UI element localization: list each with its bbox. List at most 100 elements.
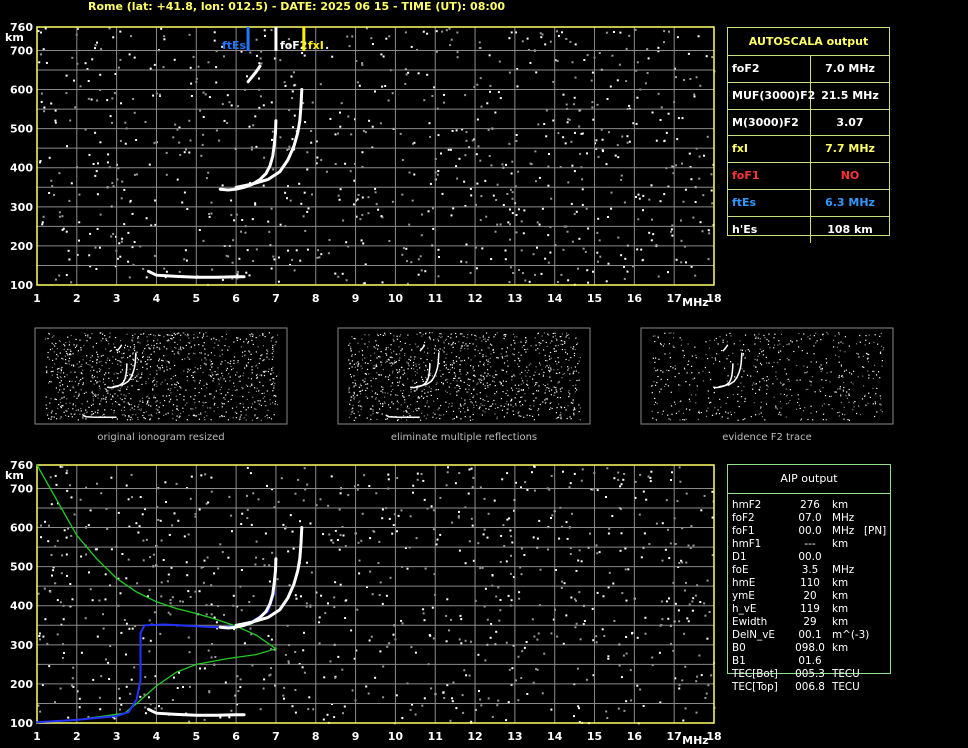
noise-speckle [262,333,264,335]
noise-speckle [684,665,687,668]
noise-speckle [197,65,200,68]
noise-speckle [123,619,126,621]
noise-speckle [121,414,124,416]
noise-speckle [516,393,518,395]
noise-speckle [178,332,180,334]
noise-speckle [236,339,238,341]
noise-speckle [71,364,73,366]
noise-speckle [52,569,55,572]
noise-speckle [419,419,422,421]
noise-speckle [89,364,91,366]
aip-rows: hmF2 276 km foF2 07.0 MHz foF1 00.0 MHz [PN] hmF1-… [732,499,886,694]
noise-speckle [148,619,151,622]
noise-speckle [448,343,450,345]
noise-speckle [215,390,217,392]
noise-speckle [241,512,244,515]
noise-speckle [272,356,274,358]
noise-speckle [650,470,653,473]
noise-speckle [400,390,402,392]
noise-speckle [518,597,521,600]
noise-speckle [506,193,509,195]
noise-speckle [367,692,370,695]
noise-speckle [246,249,249,252]
noise-speckle [586,269,589,272]
noise-speckle [859,341,861,343]
noise-speckle [42,48,45,51]
noise-speckle [462,711,465,714]
noise-speckle [120,361,122,363]
noise-speckle [695,357,697,359]
noise-speckle [288,145,291,148]
noise-speckle [71,598,74,601]
noise-speckle [385,347,387,349]
noise-speckle [204,411,206,413]
noise-speckle [535,397,537,399]
noise-speckle [236,389,238,391]
noise-speckle [78,392,80,394]
noise-speckle [92,398,94,400]
noise-speckle [45,404,47,406]
noise-speckle [470,401,472,403]
noise-speckle [438,414,440,416]
noise-speckle [173,58,176,61]
noise-speckle [666,369,668,371]
noise-speckle [755,366,757,368]
noise-speckle [354,338,356,340]
noise-speckle [697,418,700,421]
noise-speckle [223,55,225,58]
noise-speckle [448,386,450,388]
noise-speckle [204,395,206,397]
noise-speckle [758,333,760,335]
aip-row: D1 00.0 [732,551,886,564]
noise-speckle [408,394,410,397]
noise-speckle [169,334,171,336]
noise-speckle [459,387,461,390]
noise-speckle [562,340,564,342]
noise-speckle [766,338,768,341]
noise-speckle [470,359,472,361]
noise-speckle [327,504,330,507]
noise-speckle [269,403,271,405]
noise-speckle [427,391,429,393]
noise-speckle [416,410,418,412]
noise-speckle [685,561,688,564]
noise-speckle [467,348,469,350]
noise-speckle [557,132,560,135]
noise-speckle [350,348,352,350]
noise-speckle [264,415,266,418]
noise-speckle [79,85,82,88]
noise-speckle [211,363,213,365]
noise-speckle [410,388,412,390]
noise-speckle [213,347,215,349]
noise-speckle [172,417,174,420]
noise-speckle [673,401,676,403]
noise-speckle [173,676,175,679]
noise-speckle [179,393,181,395]
noise-speckle [66,145,68,148]
noise-speckle [786,343,788,346]
noise-speckle [799,407,801,409]
noise-speckle [838,376,840,379]
noise-speckle [271,383,273,385]
noise-speckle [556,391,558,393]
noise-speckle [311,193,313,196]
noise-speckle [307,708,310,711]
noise-speckle [109,115,112,118]
noise-speckle [385,418,387,420]
noise-speckle [574,391,576,393]
noise-speckle [501,356,503,358]
noise-speckle [762,350,764,352]
noise-speckle [205,613,208,616]
noise-speckle [474,355,476,357]
noise-speckle [237,690,240,692]
noise-speckle [711,202,714,205]
noise-speckle [497,407,499,409]
noise-speckle [166,366,168,368]
noise-speckle [173,353,175,355]
noise-speckle [148,356,150,358]
noise-speckle [773,361,775,363]
noise-speckle [382,392,384,394]
noise-speckle [251,369,253,371]
noise-speckle [742,353,745,355]
noise-speckle [271,551,274,554]
